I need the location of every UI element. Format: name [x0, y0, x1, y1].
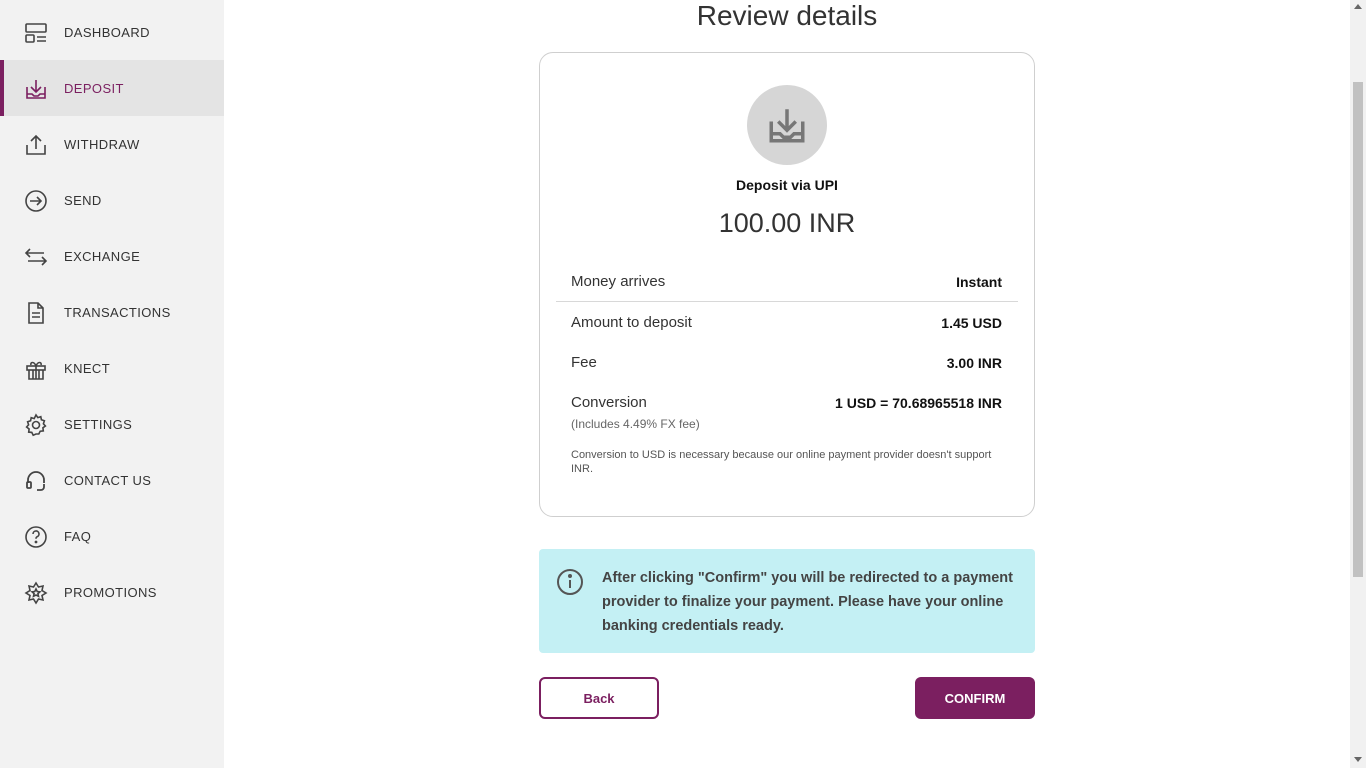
- deposit-large-icon: [769, 109, 805, 143]
- sidebar-item-label: DASHBOARD: [64, 24, 150, 40]
- scroll-thumb[interactable]: [1353, 82, 1363, 577]
- sidebar-item-exchange[interactable]: EXCHANGE: [0, 228, 224, 284]
- deposit-icon: [24, 77, 48, 101]
- page-title: Review details: [696, 0, 878, 31]
- question-icon: [24, 525, 48, 549]
- gift-icon: [24, 357, 48, 381]
- conversion-label: Conversion: [571, 394, 647, 411]
- fee-label: Fee: [571, 354, 597, 371]
- conversion-note: Conversion to USD is necessary because o…: [571, 449, 992, 475]
- review-card: Deposit via UPI 100.00 INR Money arrives…: [539, 52, 1035, 517]
- sidebar-item-contact-us[interactable]: CONTACT US: [0, 452, 224, 508]
- conversion-value: 1 USD = 70.68965518 INR: [835, 395, 1002, 411]
- sidebar-item-send[interactable]: SEND: [0, 172, 224, 228]
- amount-to-deposit-label: Amount to deposit: [571, 314, 692, 331]
- sidebar-item-label: FAQ: [64, 528, 92, 544]
- fee-value: 3.00 INR: [946, 355, 1002, 371]
- sidebar-item-knect[interactable]: KNECT: [0, 340, 224, 396]
- headset-icon: [24, 469, 48, 493]
- sidebar-item-label: WITHDRAW: [64, 136, 140, 152]
- send-icon: [24, 189, 48, 213]
- divider: [556, 301, 1018, 302]
- sidebar-item-label: TRANSACTIONS: [64, 304, 171, 320]
- exchange-icon: [24, 245, 48, 269]
- sidebar-item-promotions[interactable]: PROMOTIONS: [0, 564, 224, 620]
- scroll-down-arrow-icon[interactable]: [1354, 757, 1362, 762]
- sidebar-item-deposit[interactable]: DEPOSIT: [0, 60, 224, 116]
- money-arrives-label: Money arrives: [571, 273, 666, 290]
- withdraw-icon: [24, 133, 48, 157]
- sidebar-item-dashboard[interactable]: DASHBOARD: [0, 4, 224, 60]
- conversion-fx-fee: (Includes 4.49% FX fee): [571, 417, 700, 431]
- star-badge-icon: [24, 581, 48, 605]
- amount-to-deposit-value: 1.45 USD: [941, 315, 1002, 331]
- deposit-method: Deposit via UPI: [736, 177, 838, 193]
- confirm-button[interactable]: CONFIRM: [915, 677, 1035, 719]
- deposit-amount: 100.00 INR: [718, 208, 856, 238]
- sidebar-item-settings[interactable]: SETTINGS: [0, 396, 224, 452]
- scroll-up-arrow-icon[interactable]: [1354, 4, 1362, 9]
- info-text: After clicking "Confirm" you will be red…: [602, 570, 1013, 634]
- sidebar: DASHBOARD DEPOSIT WITHDRAW SEND EXCHANGE…: [0, 0, 224, 768]
- sidebar-item-label: SEND: [64, 192, 102, 208]
- sidebar-item-transactions[interactable]: TRANSACTIONS: [0, 284, 224, 340]
- back-button[interactable]: Back: [539, 677, 659, 719]
- sidebar-item-label: PROMOTIONS: [64, 584, 157, 600]
- money-arrives-value: Instant: [956, 274, 1002, 290]
- sidebar-item-withdraw[interactable]: WITHDRAW: [0, 116, 224, 172]
- sidebar-item-label: KNECT: [64, 360, 111, 376]
- info-banner: After clicking "Confirm" you will be red…: [539, 549, 1035, 653]
- main-content: Review details Deposit via UPI 100.00 IN…: [224, 0, 1350, 768]
- document-icon: [24, 301, 48, 325]
- gear-icon: [24, 413, 48, 437]
- sidebar-item-label: EXCHANGE: [64, 248, 141, 264]
- sidebar-item-label: SETTINGS: [64, 416, 133, 432]
- scrollbar[interactable]: [1350, 0, 1366, 768]
- sidebar-item-label: CONTACT US: [64, 472, 152, 488]
- dashboard-icon: [24, 21, 48, 45]
- deposit-badge: [747, 85, 827, 165]
- info-icon: [556, 568, 584, 596]
- sidebar-item-faq[interactable]: FAQ: [0, 508, 224, 564]
- sidebar-item-label: DEPOSIT: [64, 80, 124, 96]
